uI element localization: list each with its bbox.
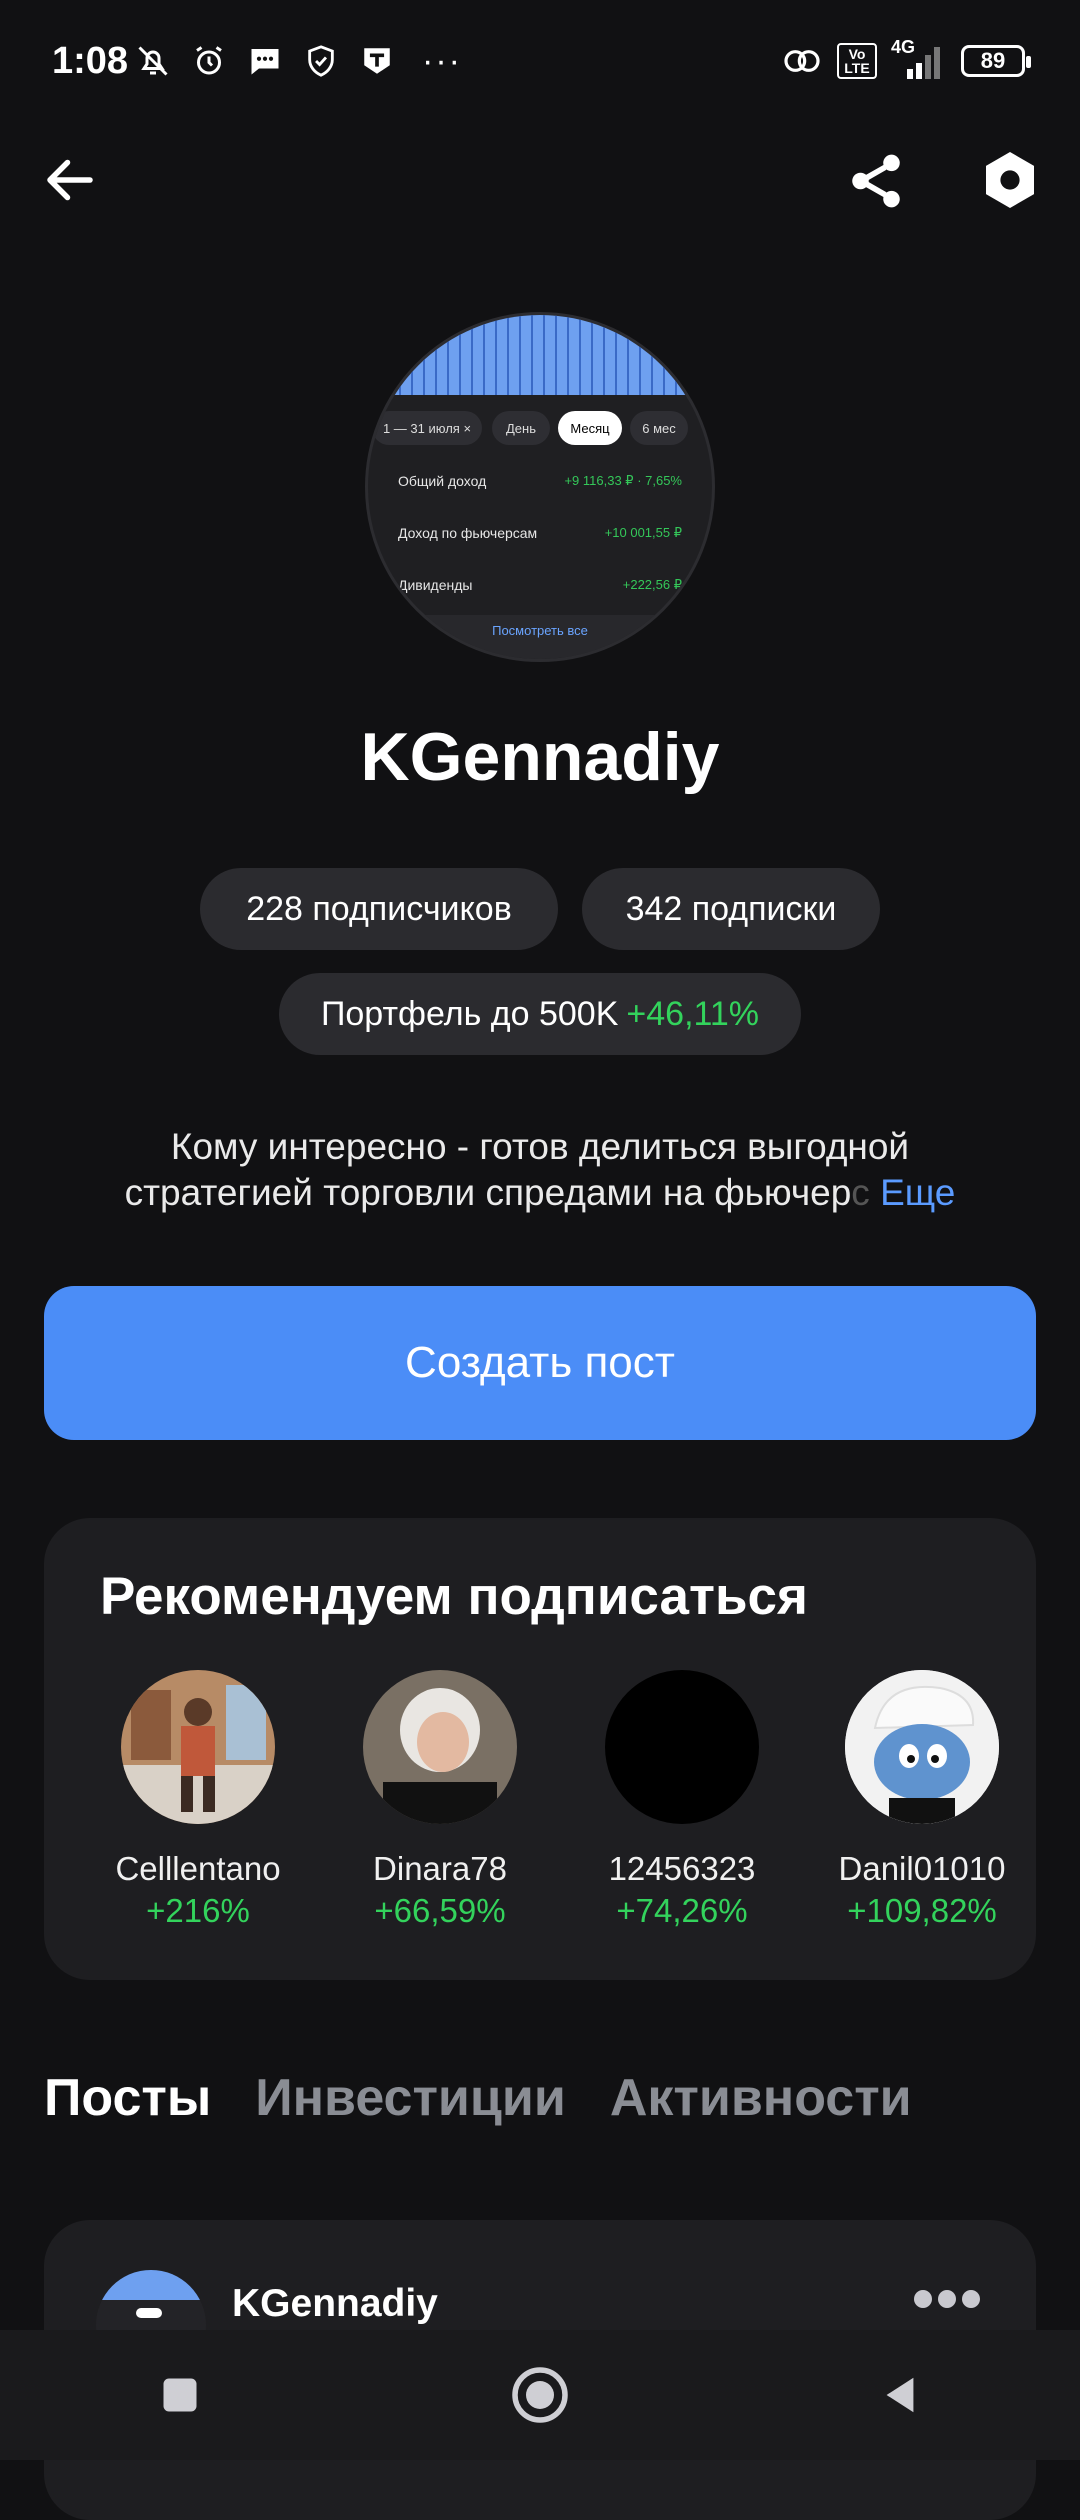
bio-more-link[interactable]: Еще	[880, 1172, 955, 1213]
bio-fade-text: с	[851, 1172, 870, 1213]
portfolio-pill[interactable]: Портфель до 500K +46,11%	[279, 973, 801, 1055]
recommend-card: Рекомендуем подписаться Celllentano +216…	[44, 1518, 1036, 1980]
profile-bio: Кому интересно - готов делиться выгодной…	[60, 1124, 1020, 1216]
create-post-button[interactable]: Создать пост	[44, 1286, 1036, 1440]
recommend-user-name: Danil01010	[838, 1850, 1006, 1887]
triangle-back-icon	[886, 2377, 914, 2413]
share-button[interactable]	[845, 150, 915, 210]
post-author: KGennadiy	[232, 2282, 438, 2325]
recommend-user-gain: +216%	[146, 1892, 250, 1929]
system-back-button[interactable]	[860, 2355, 940, 2435]
avatar-row-label: Общий доход	[398, 473, 487, 489]
user-photo-icon	[121, 1670, 275, 1824]
portfolio-label: Портфель до 500K	[320, 994, 619, 1033]
recommend-user[interactable]: Dinara78 +66,59%	[330, 1670, 550, 1930]
avatar-see-all: Посмотреть все	[368, 615, 712, 659]
avatar-row-label: Доход по фьючерсам	[398, 525, 538, 541]
status-icons: ···	[132, 40, 462, 82]
avatar	[845, 1670, 999, 1824]
system-nav-bar	[0, 2330, 1080, 2460]
top-nav	[0, 140, 1080, 220]
recommend-title: Рекомендуем подписаться	[100, 1567, 808, 1626]
avatar-date-chip: 1 — 31 июля ×	[372, 411, 482, 445]
recommend-user-name: Celllentano	[115, 1850, 281, 1887]
t-app-icon	[356, 40, 398, 82]
recommend-user-gain: +74,26%	[616, 1892, 748, 1929]
tab-activity[interactable]: Активности	[610, 2068, 912, 2128]
volte-badge: Vo LTE	[837, 43, 877, 79]
status-bar: 1:08 ··· Vo LTE 4G 89	[0, 0, 1080, 130]
avatar	[605, 1670, 759, 1824]
recommend-user[interactable]: Danil01010 +109,82%	[812, 1670, 1032, 1930]
signal-icon: 4G	[891, 37, 947, 81]
avatar-row-value: +10 001,55 ₽	[604, 525, 682, 540]
back-button[interactable]	[40, 150, 110, 210]
smurf-icon	[845, 1670, 999, 1824]
bio-line-2: стратегией торговли спредами на фьючерс …	[60, 1170, 1020, 1216]
home-circle-icon	[512, 2367, 568, 2423]
status-right: Vo LTE 4G 89	[781, 37, 1031, 82]
recommend-user[interactable]: 12456323 +74,26%	[572, 1670, 792, 1930]
alarm-icon	[188, 40, 230, 82]
avatar-row-value: +9 116,33 ₽ · 7,65%	[564, 473, 682, 488]
bio-line-1: Кому интересно - готов делиться выгодной	[170, 1126, 910, 1167]
more-options-icon[interactable]	[914, 2290, 980, 2308]
avatar-chip-month: Месяц	[558, 411, 622, 445]
recommend-user-name: 12456323	[608, 1850, 756, 1887]
recommend-user-gain: +66,59%	[374, 1892, 506, 1929]
avatar-chart-bars	[368, 315, 712, 395]
profile-username: KGennadiy	[360, 719, 720, 795]
bio-line-2-text: стратегией торговли спредами на фьючер	[124, 1172, 852, 1213]
avatar-chip-6m: 6 мес	[630, 411, 688, 445]
profile-avatar[interactable]: 1 — 31 июля × День Месяц 6 мес Общий дох…	[365, 312, 715, 662]
avatar-row-value: +222,56 ₽	[622, 577, 682, 592]
tab-posts[interactable]: Посты	[44, 2068, 211, 2128]
home-button[interactable]	[500, 2355, 580, 2435]
avatar-row-dividends: Дивиденды +222,56 ₽	[398, 577, 682, 593]
subscriptions-pill[interactable]: 342 подписки	[582, 868, 880, 950]
tab-investments[interactable]: Инвестиции	[255, 2068, 566, 2128]
recent-apps-button[interactable]	[140, 2355, 220, 2435]
muted-bell-icon	[132, 40, 174, 82]
arrow-left-icon	[47, 159, 93, 201]
user-photo-icon	[363, 1670, 517, 1824]
battery-icon: 89	[961, 45, 1031, 77]
avatar-date-text: 1 — 31 июля	[382, 420, 460, 436]
shield-icon	[300, 40, 342, 82]
gear-icon	[986, 152, 1034, 208]
settings-button[interactable]	[978, 148, 1048, 212]
link-icon	[781, 40, 823, 82]
message-icon	[244, 40, 286, 82]
avatar	[363, 1670, 517, 1824]
avatar-row-futures: Доход по фьючерсам +10 001,55 ₽	[398, 525, 682, 541]
avatar-row-total: Общий доход +9 116,33 ₽ · 7,65%	[398, 473, 682, 489]
recommend-user-name: Dinara78	[373, 1850, 507, 1887]
status-time: 1:08	[52, 40, 129, 82]
more-notifications-icon: ···	[422, 41, 462, 80]
avatar-chip-day: День	[492, 411, 550, 445]
recommend-user-gain: +109,82%	[847, 1892, 997, 1929]
square-icon	[163, 2378, 197, 2412]
avatar-row-label: Дивиденды	[398, 577, 473, 593]
share-icon	[852, 154, 900, 208]
portfolio-gain: +46,11%	[626, 994, 760, 1033]
subscribers-pill[interactable]: 228 подписчиков	[200, 868, 558, 950]
battery-level: 89	[980, 48, 1006, 73]
recommend-user[interactable]: Celllentano +216%	[88, 1670, 308, 1930]
profile-tabs: Посты Инвестиции Активности	[44, 2068, 912, 2128]
avatar	[121, 1670, 275, 1824]
